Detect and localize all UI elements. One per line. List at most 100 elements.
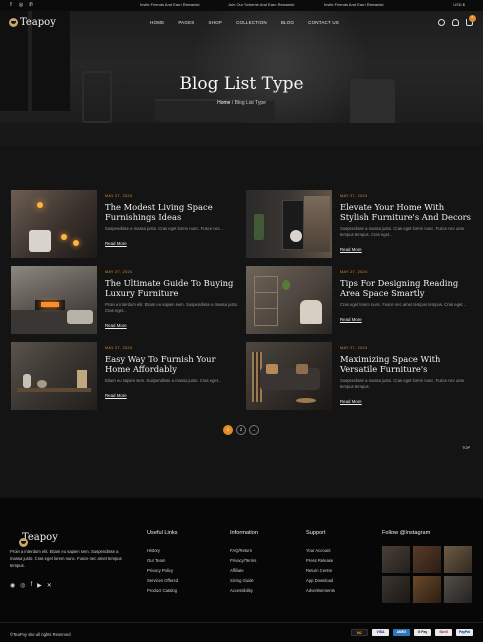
read-more-link[interactable]: Read More [340, 247, 362, 252]
footer-link[interactable]: Your Account [306, 546, 335, 556]
nav-item-blog[interactable]: BLOG [281, 20, 294, 25]
footer-link[interactable]: Product Catalog [147, 586, 178, 596]
footer-link[interactable]: Accessibility [230, 586, 258, 596]
brand-logo[interactable]: Teapoy [9, 17, 56, 28]
footer-column-title: Support [306, 530, 326, 536]
read-more-link[interactable]: Read More [105, 393, 127, 398]
page-2-button[interactable]: 2 [236, 425, 246, 435]
search-icon[interactable] [438, 19, 445, 26]
footer-link[interactable]: App Download [306, 576, 335, 586]
instagram-gallery [382, 546, 472, 603]
next-page-button[interactable]: → [249, 425, 259, 435]
nav-item-contact[interactable]: CONTACT US [308, 20, 339, 25]
youtube-icon[interactable]: ▶ [37, 582, 42, 589]
blog-title[interactable]: Maximizing Space With Versatile Furnitur… [340, 354, 474, 374]
blog-thumbnail[interactable] [246, 342, 332, 410]
back-to-top-button[interactable]: TOP [462, 445, 470, 450]
blog-title[interactable]: The Ultimate Guide To Buying Luxury Furn… [105, 278, 239, 298]
blog-thumbnail[interactable] [246, 190, 332, 258]
blog-card: MAY 27, 2024 The Modest Living Space Fur… [11, 190, 241, 260]
read-more-link[interactable]: Read More [105, 241, 127, 246]
page-1-button[interactable]: 1 [223, 425, 233, 435]
instagram-photo[interactable] [413, 546, 441, 573]
footer-link[interactable]: FAQ/Return [230, 546, 258, 556]
instagram-icon[interactable]: ◎ [20, 582, 25, 589]
blog-title[interactable]: Tips For Designing Reading Area Space Sm… [340, 278, 474, 298]
footer-column-useful-links: Useful Links History Our Team Privacy Po… [147, 530, 178, 596]
blog-thumbnail[interactable] [11, 266, 97, 334]
blog-title[interactable]: The Modest Living Space Furnishings Idea… [105, 202, 239, 222]
footer-column-support: Support Your Account Press Release Retur… [306, 530, 335, 596]
blog-thumbnail[interactable] [11, 342, 97, 410]
header-actions: 0 [438, 15, 476, 26]
footer-link[interactable]: Affiliate [230, 566, 258, 576]
copyright-text: ©TeaPoy site all rights Reserved [10, 632, 71, 637]
blog-date: MAY 27, 2024 [105, 270, 133, 274]
footer-link[interactable]: Our Team [147, 556, 178, 566]
facebook-icon[interactable]: f [31, 582, 33, 589]
breadcrumb-current: Blog List Type [234, 100, 266, 106]
footer-logo[interactable]: Teapoy [10, 532, 58, 547]
announcement-bar: f ◎ ✆ Invite Friends And Earn Rewards! J… [0, 0, 483, 11]
google-pay-icon: G Pay [414, 629, 431, 636]
read-more-link[interactable]: Read More [105, 323, 127, 328]
blog-card: MAY 27, 2024 Maximizing Space With Versa… [246, 342, 476, 412]
footer-column-title: Information [230, 530, 258, 536]
blog-excerpt: Proin a interdum elit. Etiam eu sapien s… [105, 302, 239, 313]
breadcrumb-home[interactable]: Home [217, 100, 230, 106]
logo-icon [9, 18, 18, 27]
read-more-link[interactable]: Read More [340, 317, 362, 322]
instagram-photo[interactable] [444, 576, 472, 603]
user-icon[interactable] [452, 19, 459, 26]
nav-item-collection[interactable]: COLLECTION [236, 20, 267, 25]
footer-link[interactable]: Return Centre [306, 566, 335, 576]
footer-link[interactable]: Press Release [306, 556, 335, 566]
instagram-photo[interactable] [444, 546, 472, 573]
footer-column-instagram: Follow @Instagram [382, 530, 430, 546]
blog-card: MAY 27, 2024 The Ultimate Guide To Buyin… [11, 266, 241, 336]
footer-link[interactable]: Privacy Policy [147, 566, 178, 576]
instagram-photo[interactable] [382, 576, 410, 603]
footer-column-title: Follow @Instagram [382, 530, 431, 536]
page-title: Blog List Type [179, 74, 304, 94]
footer-link[interactable]: Services Offered [147, 576, 178, 586]
footer-link[interactable]: History [147, 546, 178, 556]
read-more-link[interactable]: Read More [340, 399, 362, 404]
pinterest-icon[interactable]: ◉ [10, 582, 15, 589]
site-footer: Teapoy Proin a interdum elit. Etiam eu s… [0, 498, 483, 642]
whatsapp-icon[interactable]: ✆ [28, 2, 34, 8]
blog-card: MAY 27, 2024 Tips For Designing Reading … [246, 266, 476, 336]
blog-excerpt: Etiam eu sapien sem. Suspendisse a massa… [105, 378, 222, 383]
main-nav: Teapoy HOME PAGES SHOP COLLECTION BLOG C… [0, 11, 483, 35]
announcement-text: Join Our Scheme And Earn Rewards! [228, 2, 295, 7]
topbar-socials: f ◎ ✆ [8, 2, 34, 8]
instagram-icon[interactable]: ◎ [18, 2, 24, 8]
footer-link[interactable]: Sizing Guide [230, 576, 258, 586]
nav-item-home[interactable]: HOME [150, 20, 164, 25]
footer-column-information: Information FAQ/Return Privacy/Terms Aff… [230, 530, 258, 596]
currency-selector[interactable]: USD $ [453, 2, 465, 7]
blog-thumbnail[interactable] [11, 190, 97, 258]
instagram-photo[interactable] [413, 576, 441, 603]
payment-methods: MC VISA AMEX G Pay Skrill PayPal [351, 629, 473, 636]
instagram-photo[interactable] [382, 546, 410, 573]
cart-icon[interactable]: 0 [466, 15, 476, 26]
facebook-icon[interactable]: f [8, 2, 14, 8]
blog-date: MAY 27, 2024 [340, 270, 368, 274]
footer-link[interactable]: Advertisements [306, 586, 335, 596]
blog-title[interactable]: Elevate Your Home With Stylish Furniture… [340, 202, 474, 222]
blog-date: MAY 27, 2024 [105, 194, 133, 198]
nav-item-shop[interactable]: SHOP [209, 20, 223, 25]
blog-thumbnail[interactable] [246, 266, 332, 334]
blog-excerpt: Cras eget lorem nunc. Fusce nec amet tem… [340, 302, 466, 307]
footer-link[interactable]: Privacy/Terms [230, 556, 258, 566]
nav-item-pages[interactable]: PAGES [178, 20, 194, 25]
blog-title[interactable]: Easy Way To Furnish Your Home Affordably [105, 354, 239, 374]
hero-floor [0, 123, 483, 145]
announcement-text: Invite Friends And Earn Rewards! [140, 2, 200, 7]
pagination: 1 2 → [223, 425, 259, 435]
x-twitter-icon[interactable]: ✕ [47, 582, 52, 589]
skrill-icon: Skrill [435, 629, 452, 636]
blog-excerpt: Suspendisse a massa justo. Cras eget lor… [105, 226, 225, 231]
blog-excerpt: Suspendisse a massa justo. Cras eget lor… [340, 226, 465, 237]
